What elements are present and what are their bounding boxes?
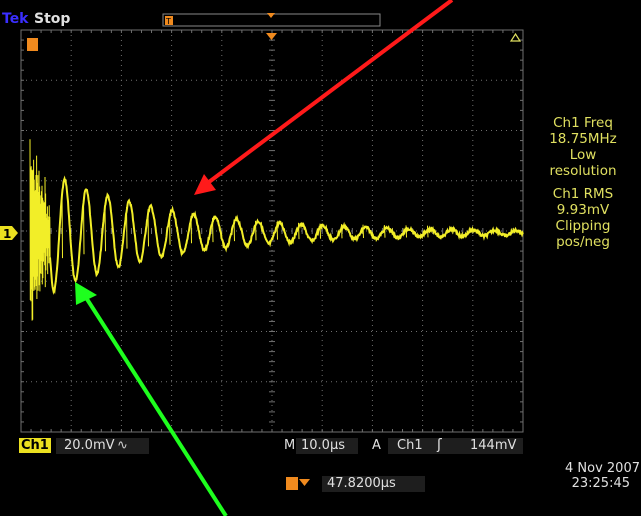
trigger-slope-icon: ʃ [437, 437, 442, 453]
rms-note-posneg: pos/neg [556, 234, 610, 250]
trigger-time-marker [27, 38, 38, 51]
freq-label: Ch1 Freq [553, 115, 613, 131]
trigger-position-arrow-icon [299, 479, 310, 486]
freq-note-resolution: resolution [549, 163, 617, 179]
trace-spikes [61, 191, 429, 259]
rms-value: 9.93mV [556, 202, 610, 218]
date-label: 4 Nov 2007 [565, 461, 640, 476]
timebase-prefix: M [284, 438, 296, 453]
rms-label: Ch1 RMS [552, 186, 614, 202]
volts-per-div: 20.0mV [64, 438, 115, 453]
coupling-icon: ∿ [117, 438, 128, 453]
trigger-source: Ch1 [397, 438, 423, 453]
trigger-point-marker-top [267, 13, 275, 18]
tek-logo: Tek [2, 11, 29, 27]
green-arrow-annotation [75, 282, 228, 516]
rms-note-clipping: Clipping [555, 218, 611, 234]
record-position-marker-label: T [165, 17, 171, 26]
trigger-level: 144mV [470, 438, 517, 453]
timebase-value: 10.0µs [301, 438, 345, 453]
trigger-position-icon [286, 477, 298, 490]
trace-burst [29, 139, 51, 321]
frequency-readout: Ch1 Freq 18.75MHz Low resolution [528, 115, 638, 179]
trigger-level-marker[interactable] [509, 32, 522, 42]
channel-1-tag[interactable]: Ch1 [19, 438, 51, 453]
freq-value: 18.75MHz [549, 131, 617, 147]
date-time-readout: 4 Nov 2007 23:25:45 [520, 461, 640, 491]
trigger-position-value: 47.8200µs [327, 476, 396, 491]
acquisition-state[interactable]: Stop [34, 11, 70, 27]
channel-1-marker-label: 1 [3, 227, 11, 241]
trigger-prefix: A [372, 438, 381, 453]
signal-trace [29, 139, 524, 321]
time-label: 23:25:45 [571, 476, 630, 491]
red-arrow-annotation [194, 0, 454, 195]
rms-readout: Ch1 RMS 9.93mV Clipping pos/neg [528, 186, 638, 250]
trigger-position-marker[interactable] [266, 33, 277, 40]
freq-note-low: Low [569, 147, 597, 163]
